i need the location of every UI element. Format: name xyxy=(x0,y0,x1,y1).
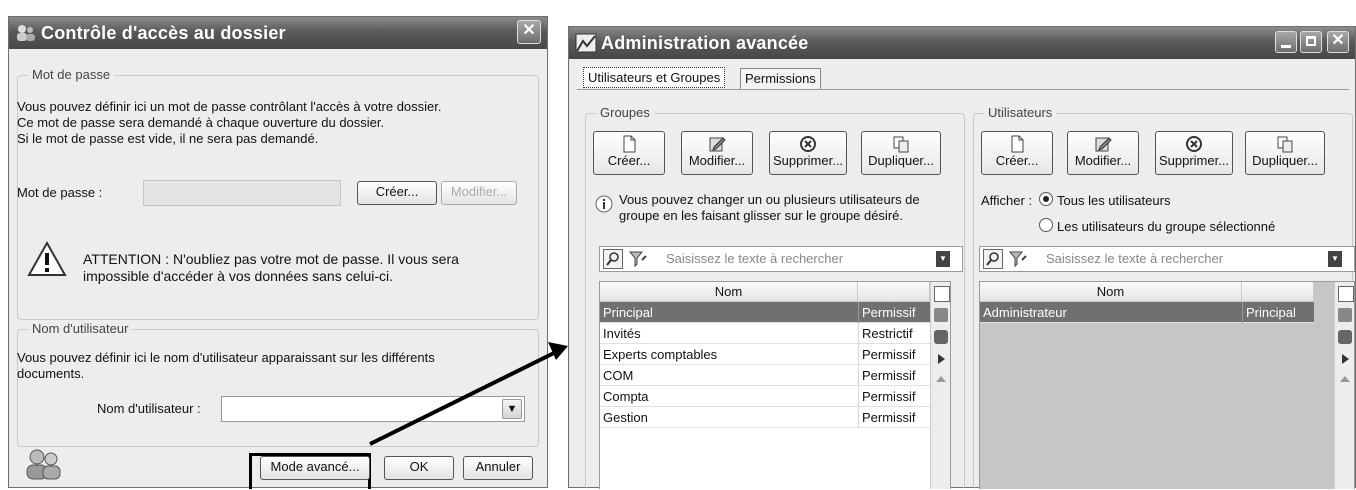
groups-table-cell-name: Compta xyxy=(603,389,649,404)
radio-group-users[interactable] xyxy=(1039,218,1053,232)
print-icon[interactable] xyxy=(1338,330,1352,344)
info-icon xyxy=(595,195,613,213)
chevron-down-icon[interactable]: ▼ xyxy=(936,251,950,267)
groups-table-row[interactable]: Invités Restrictif xyxy=(600,323,930,344)
radio-all-users[interactable] xyxy=(1039,192,1053,206)
groups-search-bar[interactable]: Saisissez le texte à rechercher ▼ xyxy=(599,246,963,272)
filter-icon[interactable] xyxy=(628,250,648,268)
users-modify-button[interactable]: Modifier... xyxy=(1067,131,1139,175)
next-arrow-icon[interactable] xyxy=(1342,354,1349,364)
duplicate-icon xyxy=(1277,136,1293,153)
groups-table-cell-name: COM xyxy=(603,368,634,383)
users-legend: Utilisateurs xyxy=(984,105,1057,120)
groups-modify-button[interactable]: Modifier... xyxy=(681,131,753,175)
admin-app-icon xyxy=(575,33,597,53)
groups-table-cell-name: Invités xyxy=(603,326,641,341)
users-table-row[interactable]: Administrateur Principal xyxy=(980,302,1314,323)
minimize-button[interactable] xyxy=(1275,31,1297,53)
admin-titlebar[interactable]: Administration avancée ✕ xyxy=(569,27,1355,59)
groups-table-cell-perm: Permissif xyxy=(858,344,930,365)
groups-table-row[interactable]: Principal Permissif xyxy=(600,302,930,323)
export-icon[interactable] xyxy=(1338,308,1352,322)
maximize-icon xyxy=(1306,36,1316,46)
groups-column-name[interactable]: Nom xyxy=(600,282,858,302)
users-search-placeholder: Saisissez le texte à rechercher xyxy=(1046,251,1224,266)
scroll-up-icon[interactable] xyxy=(1340,376,1350,382)
groups-create-button[interactable]: Créer... xyxy=(593,131,665,175)
groups-duplicate-button[interactable]: Dupliquer... xyxy=(861,131,941,175)
groups-table-cell-perm: Permissif xyxy=(858,302,930,323)
users-table-toolbar xyxy=(1334,282,1354,489)
show-label: Afficher : xyxy=(981,193,1033,208)
edit-icon xyxy=(1095,137,1112,152)
groups-legend: Groupes xyxy=(596,105,654,120)
tab-users-groups[interactable]: Utilisateurs et Groupes xyxy=(583,67,726,88)
groups-table-cell-name: Principal xyxy=(603,305,653,320)
groups-table-cell-perm: Restrictif xyxy=(858,323,930,344)
groups-column-permission[interactable] xyxy=(858,282,930,302)
next-arrow-icon[interactable] xyxy=(938,354,945,364)
radio-group-label[interactable]: Les utilisateurs du groupe sélectionné xyxy=(1057,219,1275,235)
new-document-icon xyxy=(1011,135,1024,153)
users-column-group[interactable] xyxy=(1242,282,1314,302)
admin-title: Administration avancée xyxy=(601,33,809,53)
print-icon[interactable] xyxy=(934,330,948,344)
users-table-cell-name: Administrateur xyxy=(983,305,1067,320)
groups-table-row[interactable]: COM Permissif xyxy=(600,365,930,386)
groups-table-toolbar xyxy=(930,282,950,489)
groups-table-row[interactable]: Gestion Permissif xyxy=(600,407,930,428)
search-icon[interactable] xyxy=(983,249,1003,269)
groups-table-cell-perm: Permissif xyxy=(858,365,930,386)
groups-search-placeholder: Saisissez le texte à rechercher xyxy=(666,251,844,266)
radio-all-label[interactable]: Tous les utilisateurs xyxy=(1057,193,1170,209)
users-delete-button[interactable]: Supprimer... xyxy=(1155,131,1233,175)
maximize-button[interactable] xyxy=(1300,31,1322,53)
close-icon: ✕ xyxy=(1331,32,1345,49)
groups-table-cell-perm: Permissif xyxy=(858,386,930,407)
users-table-cell-group: Principal xyxy=(1242,302,1314,323)
columns-icon[interactable] xyxy=(934,286,950,302)
radio-dot xyxy=(1043,196,1049,202)
groups-delete-button[interactable]: Supprimer... xyxy=(769,131,847,175)
groups-info-line2: groupe en les faisant glisser sur le gro… xyxy=(619,208,903,223)
users-column-name[interactable]: Nom xyxy=(980,282,1242,302)
minimize-icon xyxy=(1281,45,1291,48)
groups-info-line1: Vous pouvez changer un ou plusieurs util… xyxy=(619,192,920,207)
new-document-icon xyxy=(623,135,636,153)
users-search-bar[interactable]: Saisissez le texte à rechercher ▼ xyxy=(979,246,1355,272)
search-icon[interactable] xyxy=(603,249,623,269)
columns-icon[interactable] xyxy=(1338,286,1354,302)
delete-icon xyxy=(1186,136,1202,152)
groups-table: Nom Principal Permissif Invités Restrictif E… xyxy=(599,281,951,489)
duplicate-icon xyxy=(893,136,909,153)
groups-table-row[interactable]: Experts comptables Permissif xyxy=(600,344,930,365)
groups-table-cell-name: Experts comptables xyxy=(603,347,718,362)
export-icon[interactable] xyxy=(934,308,948,322)
close-window-button[interactable]: ✕ xyxy=(1327,31,1349,53)
users-create-button[interactable]: Créer... xyxy=(981,131,1053,175)
groups-table-cell-perm: Permissif xyxy=(858,407,930,428)
users-table: Nom Administrateur Principal xyxy=(979,281,1355,489)
filter-icon[interactable] xyxy=(1008,250,1028,268)
scroll-up-icon[interactable] xyxy=(936,376,946,382)
advanced-admin-window: Administration avancée ✕ Utilisateurs et… xyxy=(568,26,1356,489)
chevron-down-icon[interactable]: ▼ xyxy=(1328,251,1342,267)
groups-table-row[interactable]: Compta Permissif xyxy=(600,386,930,407)
users-duplicate-button[interactable]: Dupliquer... xyxy=(1245,131,1325,175)
edit-icon xyxy=(709,137,726,152)
tab-permissions[interactable]: Permissions xyxy=(740,68,821,89)
delete-icon xyxy=(800,136,816,152)
groups-table-cell-name: Gestion xyxy=(603,410,648,425)
